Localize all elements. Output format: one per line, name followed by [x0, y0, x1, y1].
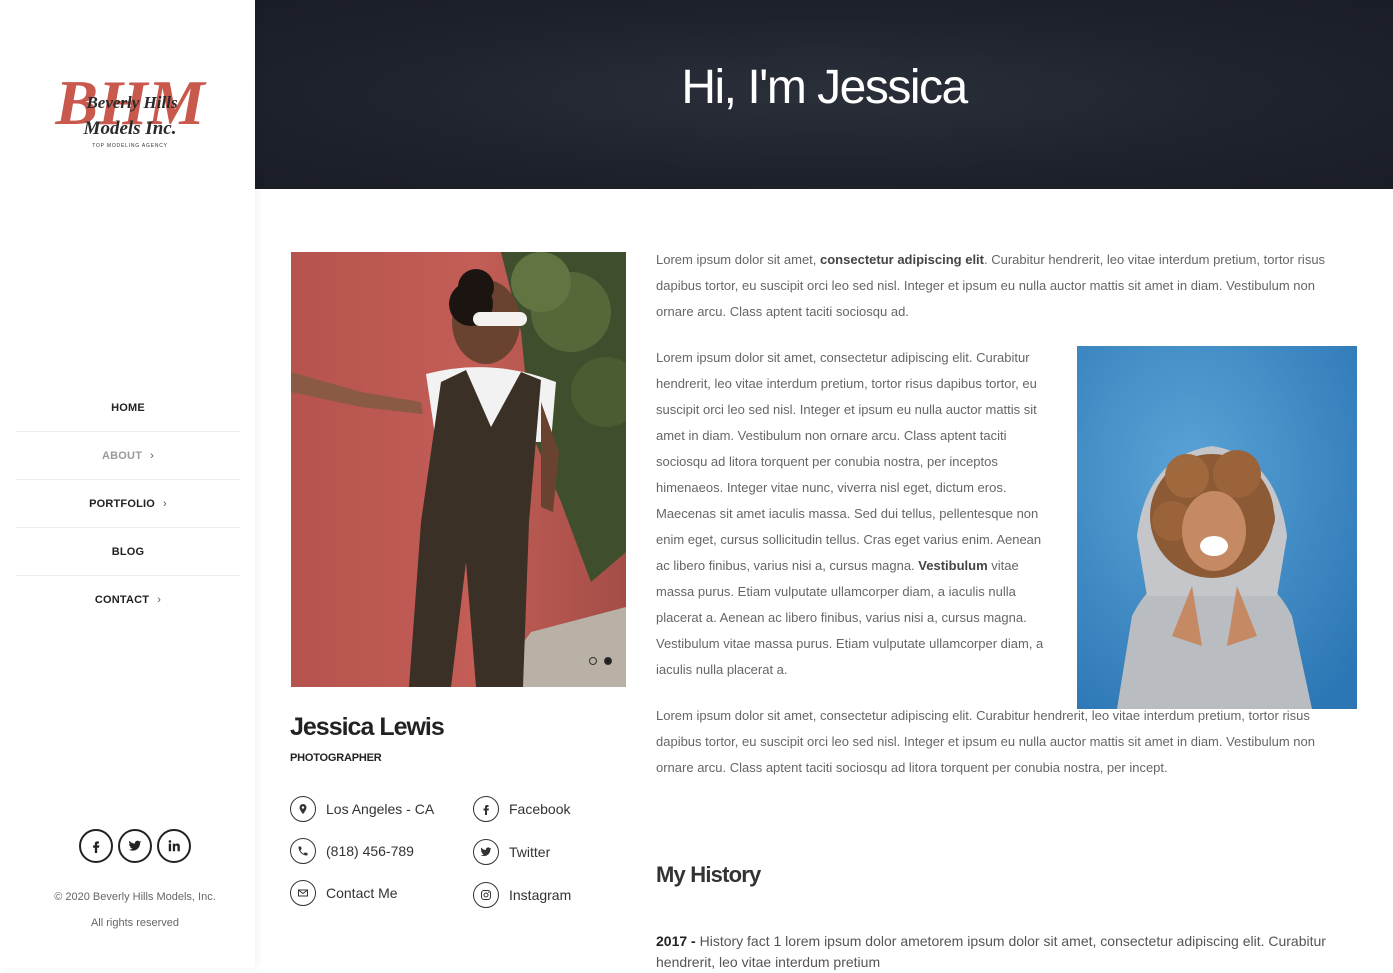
secondary-photo	[1077, 346, 1357, 709]
carousel-dots	[589, 657, 612, 665]
hero-banner: Hi, I'm Jessica	[255, 0, 1393, 189]
main-content: Jessica Lewis PHOTOGRAPHER Los Angeles -…	[255, 189, 1393, 970]
sidebar: BHM Beverly Hills Models Inc. TOP MODELI…	[0, 0, 255, 968]
instagram-link[interactable]: Instagram	[473, 882, 571, 908]
chevron-right-icon: ›	[157, 594, 162, 606]
nav-label: ABOUT	[102, 449, 143, 462]
logo-tagline: TOP MODELING AGENCY	[92, 143, 168, 149]
nav-item-home[interactable]: HOME	[16, 384, 240, 432]
nav-item-blog[interactable]: BLOG	[16, 528, 240, 576]
phone-icon	[290, 838, 316, 864]
nav-item-contact[interactable]: CONTACT ›	[16, 576, 240, 624]
carousel-dot-active[interactable]	[604, 657, 612, 665]
profile-photo-carousel[interactable]	[291, 252, 626, 687]
nav-item-about[interactable]: ABOUT ›	[16, 432, 240, 480]
twitter-icon	[473, 839, 499, 865]
carousel-dot[interactable]	[589, 657, 597, 665]
nav-item-portfolio[interactable]: PORTFOLIO ›	[16, 480, 240, 528]
phone-text: (818) 456-789	[326, 843, 414, 859]
profile-name: Jessica Lewis	[290, 713, 445, 741]
phone-info[interactable]: (818) 456-789	[290, 838, 414, 864]
profile-role: PHOTOGRAPHER	[290, 752, 382, 764]
copyright: © 2020 Beverly Hills Models, Inc. All ri…	[0, 884, 270, 936]
twitter-link[interactable]: Twitter	[473, 839, 550, 865]
facebook-icon	[473, 796, 499, 822]
contact-text: Contact Me	[326, 885, 398, 901]
bio-paragraph-2: Lorem ipsum dolor sit amet, consectetur …	[656, 345, 1053, 683]
bio-paragraph-1: Lorem ipsum dolor sit amet, consectetur …	[656, 247, 1356, 325]
copyright-text: © 2020 Beverly Hills Models, Inc.	[54, 891, 216, 903]
contact-link[interactable]: Contact Me	[290, 880, 398, 906]
logo-line1: Beverly Hills	[85, 93, 178, 112]
brand-logo[interactable]: BHM Beverly Hills Models Inc. TOP MODELI…	[48, 67, 212, 152]
bio-bold: Vestibulum	[918, 558, 988, 573]
main-nav: HOME ABOUT › PORTFOLIO › BLOG CONTACT ›	[16, 384, 240, 624]
facebook-text: Facebook	[509, 801, 571, 817]
bio-paragraph-3: Lorem ipsum dolor sit amet, consectetur …	[656, 708, 1316, 775]
bio-text: Lorem ipsum dolor sit amet, consectetur …	[656, 350, 1042, 573]
nav-label: CONTACT	[94, 594, 150, 606]
envelope-icon	[290, 880, 316, 906]
rights-text: All rights reserved	[90, 917, 180, 929]
history-year: 2017 -	[656, 933, 696, 949]
bio-bold: consectetur adipiscing elit	[820, 252, 985, 267]
nav-label: HOME	[111, 401, 145, 414]
page-title: Hi, I'm Jessica	[681, 61, 968, 114]
bio-text: Lorem ipsum dolor sit amet,	[656, 252, 821, 267]
history-heading: My History	[656, 862, 761, 887]
social-links	[79, 829, 191, 863]
chevron-right-icon: ›	[163, 497, 167, 510]
logo-line2: Models Inc.	[83, 118, 177, 139]
history-item: 2017 - History fact 1 lorem ipsum dolor …	[656, 931, 1346, 973]
nav-label: PORTFOLIO	[89, 497, 156, 510]
linkedin-icon[interactable]	[157, 829, 191, 863]
bio-text: vitae massa purus. Etiam vulputate ullam…	[656, 558, 1044, 677]
history-fact: History fact 1 lorem ipsum dolor ametore…	[656, 933, 1326, 970]
facebook-link[interactable]: Facebook	[473, 796, 570, 822]
twitter-text: Twitter	[509, 844, 551, 860]
map-pin-icon	[290, 796, 316, 822]
instagram-icon	[473, 882, 499, 908]
facebook-icon[interactable]	[79, 829, 113, 863]
nav-label: BLOG	[111, 545, 145, 558]
profile-photo	[291, 252, 626, 687]
instagram-text: Instagram	[509, 887, 572, 903]
location-info: Los Angeles - CA	[290, 796, 434, 822]
chevron-right-icon: ›	[150, 449, 154, 462]
location-text: Los Angeles - CA	[326, 801, 435, 817]
twitter-icon[interactable]	[118, 829, 152, 863]
